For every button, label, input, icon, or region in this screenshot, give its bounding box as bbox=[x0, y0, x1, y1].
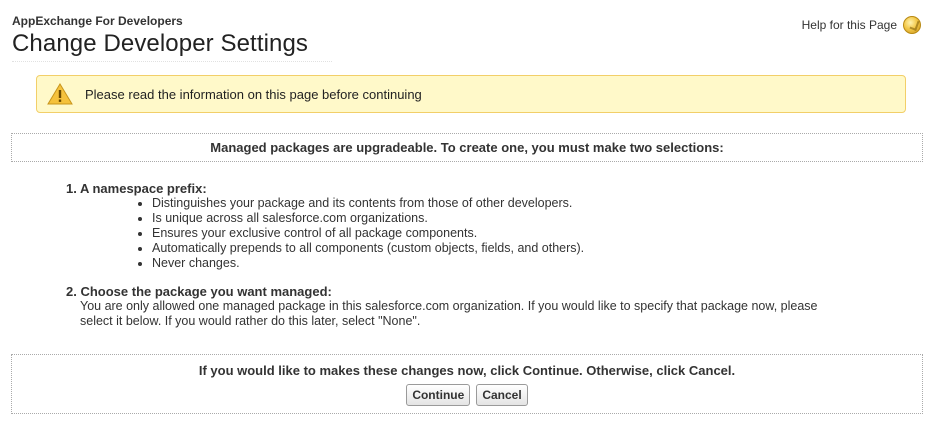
page-header: AppExchange For Developers Change Develo… bbox=[12, 14, 308, 58]
confirm-box: If you would like to makes these changes… bbox=[11, 354, 923, 414]
continue-button[interactable]: Continue bbox=[406, 384, 471, 406]
warning-text: Please read the information on this page… bbox=[85, 86, 422, 102]
item-heading: 2. Choose the package you want managed: bbox=[66, 284, 332, 299]
cancel-button[interactable]: Cancel bbox=[476, 384, 528, 406]
bullet-item: Automatically prepends to all components… bbox=[152, 241, 911, 256]
list-item: 1. A namespace prefix: Distinguishes you… bbox=[66, 181, 911, 271]
item-body-line: You are only allowed one managed package… bbox=[80, 299, 818, 313]
list-item: 2. Choose the package you want managed: … bbox=[66, 284, 911, 329]
page-title: Change Developer Settings bbox=[12, 30, 309, 57]
bullet-item: Distinguishes your package and its conte… bbox=[152, 196, 911, 211]
confirm-text: If you would like to makes these changes… bbox=[198, 363, 736, 378]
intro-box: Managed packages are upgradeable. To cre… bbox=[11, 133, 923, 162]
header-divider bbox=[12, 58, 332, 62]
bullet-item: Is unique across all salesforce.com orga… bbox=[152, 211, 911, 226]
item-body-line: select it below. If you would rather do … bbox=[80, 314, 421, 328]
warning-icon bbox=[47, 83, 73, 105]
bullet-list: Distinguishes your package and its conte… bbox=[66, 196, 911, 271]
page-subtitle: AppExchange For Developers bbox=[12, 14, 183, 28]
item-body: You are only allowed one managed package… bbox=[66, 299, 911, 329]
bullet-item: Never changes. bbox=[152, 256, 911, 271]
help-icon[interactable] bbox=[903, 16, 921, 34]
help-link[interactable]: Help for this Page bbox=[802, 16, 921, 34]
bullet-item: Ensures your exclusive control of all pa… bbox=[152, 226, 911, 241]
button-row: Continue Cancel bbox=[12, 384, 922, 406]
item-heading: 1. A namespace prefix: bbox=[66, 181, 207, 196]
intro-text: Managed packages are upgradeable. To cre… bbox=[210, 140, 724, 155]
selection-list: 1. A namespace prefix: Distinguishes you… bbox=[66, 181, 911, 329]
help-link-label[interactable]: Help for this Page bbox=[802, 18, 897, 32]
warning-banner: Please read the information on this page… bbox=[36, 75, 906, 113]
